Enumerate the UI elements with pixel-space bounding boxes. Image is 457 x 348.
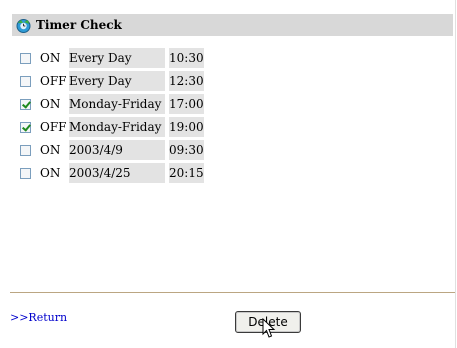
timer-select-checkbox[interactable] xyxy=(20,52,31,64)
timer-schedule: Every Day xyxy=(69,48,165,68)
timer-clock-icon xyxy=(15,17,32,34)
timer-time: 17:00 xyxy=(169,94,204,114)
timer-schedule: Monday-Friday xyxy=(69,94,165,114)
divider xyxy=(10,292,455,293)
timer-checkbox-cell xyxy=(18,71,40,91)
timer-checkbox-cell xyxy=(18,140,40,160)
timer-select-checkbox[interactable] xyxy=(20,98,31,110)
timer-status: OFF xyxy=(40,71,69,91)
page-title: Timer Check xyxy=(36,18,122,32)
timer-checkbox-cell xyxy=(18,94,40,114)
timer-checkbox-cell xyxy=(18,48,40,68)
timer-status: ON xyxy=(40,48,69,68)
title-bar: Timer Check xyxy=(12,14,453,36)
timer-row: OFF Every Day 12:30 xyxy=(18,71,204,91)
mouse-pointer-icon xyxy=(262,317,276,340)
return-link[interactable]: >>Return xyxy=(10,311,67,324)
timer-select-checkbox[interactable] xyxy=(20,167,31,179)
timer-row: ON Every Day 10:30 xyxy=(18,48,204,68)
timer-status: ON xyxy=(40,140,69,160)
timer-table: ON Every Day 10:30 OFF Every Day 12:30 ON Monda… xyxy=(18,45,204,186)
timer-time: 19:00 xyxy=(169,117,204,137)
timer-check-panel: Timer Check ON Every Day 10:30 OFF Every Day… xyxy=(0,0,456,348)
timer-row: OFF Monday-Friday 19:00 xyxy=(18,117,204,137)
timer-schedule: Monday-Friday xyxy=(69,117,165,137)
timer-schedule: Every Day xyxy=(69,71,165,91)
timer-row: ON 2003/4/9 09:30 xyxy=(18,140,204,160)
timer-status: ON xyxy=(40,94,69,114)
timer-row: ON 2003/4/25 20:15 xyxy=(18,163,204,183)
timer-status: ON xyxy=(40,163,69,183)
timer-time: 12:30 xyxy=(169,71,204,91)
timer-schedule: 2003/4/9 xyxy=(69,140,165,160)
timer-select-checkbox[interactable] xyxy=(20,121,31,133)
timer-time: 09:30 xyxy=(169,140,204,160)
timer-time: 20:15 xyxy=(169,163,204,183)
timer-select-checkbox[interactable] xyxy=(20,75,31,87)
timer-checkbox-cell xyxy=(18,163,40,183)
timer-checkbox-cell xyxy=(18,117,40,137)
timer-schedule: 2003/4/25 xyxy=(69,163,165,183)
timer-select-checkbox[interactable] xyxy=(20,144,31,156)
timer-status: OFF xyxy=(40,117,69,137)
timer-time: 10:30 xyxy=(169,48,204,68)
timer-row: ON Monday-Friday 17:00 xyxy=(18,94,204,114)
